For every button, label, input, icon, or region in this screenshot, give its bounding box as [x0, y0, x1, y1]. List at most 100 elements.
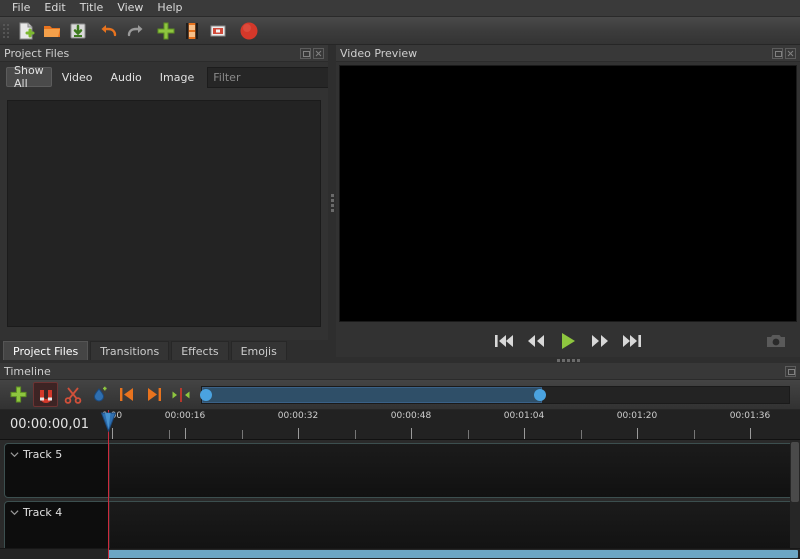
video-preview-title-bar: Video Preview [336, 45, 800, 62]
timeline-panel: Timeline 00:00:00,01 00:00:16 00:00:32 0… [0, 363, 800, 559]
transport-controls [336, 325, 800, 357]
choose-profile-button[interactable] [179, 18, 205, 44]
openshot-window: File Edit Title View Help Project Files … [0, 0, 800, 559]
video-preview-canvas[interactable] [339, 65, 797, 322]
ruler-tick-minor [241, 430, 243, 439]
timeline-title-bar: Timeline [0, 363, 800, 380]
video-preview-float-icon[interactable] [772, 47, 783, 59]
previous-marker-icon [119, 388, 133, 401]
track-clip-area[interactable] [109, 444, 795, 497]
tab-emojis[interactable]: Emojis [230, 341, 287, 360]
undo-icon [101, 24, 117, 36]
timeline-ruler[interactable]: 00:00:00,01 0:0000:00:1600:00:3200:00:48… [0, 410, 800, 440]
video-preview-dock-buttons [772, 47, 796, 59]
add-track-button[interactable] [6, 382, 31, 407]
plus-icon [10, 386, 27, 403]
export-video-icon [240, 22, 258, 39]
project-panel-tabs: Project Files Transitions Effects Emojis [0, 340, 328, 360]
ruler-tick-minor [467, 430, 469, 439]
save-project-icon [70, 23, 86, 38]
fast-forward-button[interactable] [588, 330, 612, 352]
toolbar-drag-handle[interactable] [2, 21, 10, 41]
zoom-slider-handle-left[interactable] [200, 388, 212, 401]
ruler-tick-label: 00:01:20 [616, 411, 658, 421]
horizontal-scrollbar-thumb[interactable] [108, 550, 798, 558]
ruler-tick-major [637, 428, 638, 439]
ruler-tick-minor [354, 430, 356, 439]
playhead-handle[interactable] [100, 412, 117, 433]
timeline-float-icon[interactable] [785, 365, 796, 377]
next-marker-button[interactable] [141, 382, 166, 407]
fullscreen-button[interactable] [205, 18, 231, 44]
save-project-button[interactable] [65, 18, 91, 44]
timecode-display: 00:00:00,01 [10, 417, 90, 432]
filter-video-button[interactable]: Video [54, 67, 101, 87]
magnet-icon [39, 389, 52, 403]
snapshot-button[interactable] [764, 330, 788, 352]
scissors-icon [64, 386, 81, 404]
previous-marker-button[interactable] [114, 382, 139, 407]
filter-show-all-button[interactable]: Show All [6, 64, 52, 90]
ruler-tick-major [185, 428, 186, 439]
export-video-button[interactable] [236, 18, 262, 44]
ruler-tick-minor [580, 430, 582, 439]
timeline-horizontal-scrollbar[interactable] [0, 548, 800, 559]
skip-to-end-button[interactable] [620, 330, 644, 352]
track-row[interactable]: Track 5 [4, 443, 796, 498]
play-button[interactable] [556, 330, 580, 352]
menu-bar: File Edit Title View Help [0, 0, 800, 17]
snapping-button[interactable] [33, 382, 58, 407]
filter-audio-button[interactable]: Audio [103, 67, 150, 87]
play-icon [562, 333, 575, 349]
track-header[interactable]: Track 5 [5, 444, 109, 497]
new-project-button[interactable] [13, 18, 39, 44]
menu-file[interactable]: File [5, 0, 37, 16]
chevron-down-icon[interactable] [10, 450, 19, 459]
playhead-icon [100, 412, 117, 433]
tab-transitions[interactable]: Transitions [90, 341, 170, 360]
project-files-close-icon[interactable] [313, 47, 324, 59]
chevron-down-icon[interactable] [10, 508, 19, 517]
filter-image-button[interactable]: Image [152, 67, 202, 87]
open-project-button[interactable] [39, 18, 65, 44]
skip-end-icon [623, 335, 641, 347]
marker-icon [93, 386, 107, 402]
undo-button[interactable] [96, 18, 122, 44]
fullscreen-icon [210, 25, 226, 36]
ruler-tick-major [298, 428, 299, 439]
vertical-splitter[interactable] [328, 45, 336, 360]
menu-view[interactable]: View [110, 0, 150, 16]
tab-project-files[interactable]: Project Files [3, 341, 89, 360]
choose-profile-icon [186, 22, 198, 39]
project-files-filter-row: Show All Video Audio Image [0, 62, 365, 92]
hsplitter-grip [556, 358, 580, 362]
menu-edit[interactable]: Edit [37, 0, 72, 16]
menu-title[interactable]: Title [73, 0, 111, 16]
menu-help[interactable]: Help [150, 0, 189, 16]
ruler-tick-label: 00:00:16 [164, 411, 206, 421]
razor-tool-button[interactable] [60, 382, 85, 407]
import-files-button[interactable] [153, 18, 179, 44]
project-files-dock-buttons [300, 47, 324, 59]
next-marker-icon [147, 388, 161, 401]
add-marker-button[interactable] [87, 382, 112, 407]
timeline-tracks-area: Track 5 Track 4 [0, 440, 800, 559]
video-preview-close-icon[interactable] [785, 47, 796, 59]
project-files-list[interactable] [7, 100, 321, 327]
timeline-zoom-slider[interactable] [200, 385, 790, 404]
center-playhead-button[interactable] [168, 382, 193, 407]
main-toolbar [0, 17, 800, 45]
zoom-slider-handle-right[interactable] [534, 388, 547, 401]
project-files-title-bar: Project Files [0, 45, 328, 62]
timeline-vertical-scrollbar[interactable] [790, 440, 800, 559]
tab-effects[interactable]: Effects [171, 341, 229, 360]
project-files-title: Project Files [4, 46, 70, 60]
rewind-icon [528, 335, 544, 347]
project-files-float-icon[interactable] [300, 47, 311, 59]
zoom-slider-fill [202, 386, 543, 403]
rewind-button[interactable] [524, 330, 548, 352]
vertical-scrollbar-thumb[interactable] [791, 442, 799, 502]
skip-to-start-button[interactable] [492, 330, 516, 352]
redo-button[interactable] [122, 18, 148, 44]
center-playhead-icon [172, 387, 189, 402]
